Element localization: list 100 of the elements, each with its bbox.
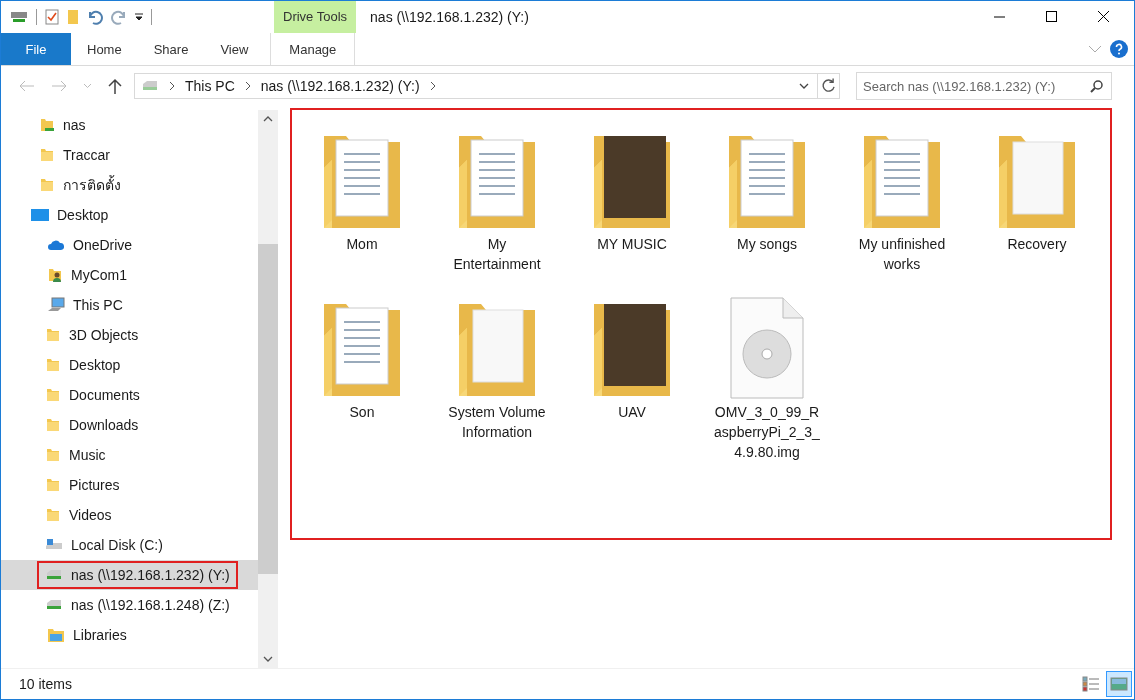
- nav-item-label: Local Disk (C:): [71, 537, 163, 553]
- help-icon[interactable]: [1110, 40, 1128, 58]
- nav-item[interactable]: Pictures: [1, 470, 258, 500]
- file-item[interactable]: My unfinished works: [840, 128, 964, 274]
- nav-item-label: Music: [69, 447, 106, 463]
- refresh-icon[interactable]: [818, 73, 840, 99]
- nav-item-label: Videos: [69, 507, 112, 523]
- nav-item-label: This PC: [73, 297, 123, 313]
- library-icon: [47, 627, 65, 643]
- chevron-down-icon[interactable]: [263, 656, 273, 662]
- search-field[interactable]: Search nas (\\192.168.1.232) (Y:): [856, 72, 1112, 100]
- network-drive-icon: [141, 80, 159, 92]
- file-item[interactable]: My songs: [705, 128, 829, 254]
- user-folder-icon: [47, 267, 63, 283]
- file-item[interactable]: OMV_3_0_99_RaspberryPi_2_3_4.9.80.img: [705, 296, 829, 462]
- file-item[interactable]: System Volume Information: [435, 296, 559, 442]
- file-item[interactable]: Mom: [300, 128, 424, 254]
- nav-item[interactable]: Traccar: [1, 140, 258, 170]
- chevron-down-icon[interactable]: [799, 83, 809, 89]
- nav-item-label: MyCom1: [71, 267, 127, 283]
- caret-icon[interactable]: [135, 13, 143, 21]
- nav-item-label: nas: [63, 117, 86, 133]
- file-name: System Volume Information: [447, 403, 547, 442]
- network-drive-icon[interactable]: [10, 10, 28, 24]
- nav-item[interactable]: Desktop: [1, 350, 258, 380]
- nav-item[interactable]: Local Disk (C:): [1, 530, 258, 560]
- details-list-icon: [1082, 676, 1100, 692]
- nav-item-label: Desktop: [57, 207, 109, 223]
- network-drive-icon: [45, 569, 63, 581]
- search-icon: [1090, 79, 1104, 93]
- nav-item[interactable]: 3D Objects: [1, 320, 258, 350]
- folder-icon: [39, 117, 55, 133]
- file-name: My songs: [736, 235, 798, 254]
- nav-item-label: Traccar: [63, 147, 110, 163]
- nav-item[interactable]: Libraries: [1, 620, 258, 650]
- large-icons-view-button[interactable]: [1106, 671, 1132, 697]
- disc-image-file-icon: [727, 296, 807, 400]
- file-name: Recovery: [1006, 235, 1068, 254]
- file-name: My unfinished works: [857, 235, 947, 274]
- chevron-up-icon[interactable]: [263, 116, 273, 122]
- address-bar[interactable]: This PC nas (\\192.168.1.232) (Y:): [134, 73, 818, 99]
- folder-icon: [45, 357, 61, 373]
- file-name: Mom: [345, 235, 379, 254]
- computer-icon: [47, 297, 65, 313]
- file-item[interactable]: My Entertainment: [435, 128, 559, 274]
- nav-item[interactable]: OneDrive: [1, 230, 258, 260]
- nav-item[interactable]: Downloads: [1, 410, 258, 440]
- file-name: OMV_3_0_99_RaspberryPi_2_3_4.9.80.img: [713, 403, 821, 462]
- nav-item-label: Libraries: [73, 627, 127, 643]
- nav-item[interactable]: MyCom1: [1, 260, 258, 290]
- chevron-right-icon[interactable]: [169, 81, 175, 91]
- breadcrumb[interactable]: nas (\\192.168.1.232) (Y:): [260, 78, 420, 94]
- folder-icon: [39, 147, 55, 163]
- properties-icon[interactable]: [45, 9, 59, 25]
- file-name: Son: [348, 403, 376, 422]
- nav-item-label: Pictures: [69, 477, 120, 493]
- nav-item[interactable]: nas (\\192.168.1.248) (Z:): [1, 590, 258, 620]
- network-drive-icon: [45, 599, 63, 611]
- file-item[interactable]: Son: [300, 296, 424, 422]
- undo-icon[interactable]: [87, 9, 103, 25]
- nav-item[interactable]: Videos: [1, 500, 258, 530]
- nav-item-label: 3D Objects: [69, 327, 139, 343]
- nav-item-label: Downloads: [69, 417, 139, 433]
- nav-item-label: การติดตั้ง: [63, 174, 121, 195]
- drive-icon: [45, 538, 63, 552]
- cloud-icon: [47, 239, 65, 251]
- folder-icon: [45, 327, 61, 343]
- nav-item[interactable]: การติดตั้ง: [1, 170, 258, 200]
- nav-item-label: OneDrive: [73, 237, 133, 253]
- nav-item[interactable]: nas: [1, 110, 258, 140]
- ribbon-tab[interactable]: Manage: [270, 33, 356, 65]
- monitor-icon: [31, 208, 49, 222]
- folder-icon: [45, 387, 61, 403]
- folder-icon: [45, 477, 61, 493]
- nav-item[interactable]: Documents: [1, 380, 258, 410]
- folder-icon: [39, 177, 55, 193]
- nav-item-label: nas (\\192.168.1.232) (Y:): [71, 567, 230, 583]
- window-title: nas (\\192.168.1.232) (Y:): [369, 9, 529, 25]
- redo-icon[interactable]: [111, 9, 127, 25]
- file-item[interactable]: UAV: [570, 296, 694, 422]
- chevron-right-icon[interactable]: [244, 81, 251, 91]
- up-arrow-icon[interactable]: [108, 78, 122, 94]
- item-count: 10 items: [19, 676, 72, 692]
- ribbon-tab[interactable]: File: [1, 33, 71, 65]
- file-item[interactable]: MY MUSIC: [570, 128, 694, 254]
- nav-item[interactable]: Desktop: [1, 200, 258, 230]
- file-name: UAV: [617, 403, 647, 422]
- picture-icon: [1110, 677, 1128, 691]
- file-item[interactable]: Recovery: [975, 128, 1099, 254]
- nav-item[interactable]: This PC: [1, 290, 258, 320]
- nav-item[interactable]: nas (\\192.168.1.232) (Y:): [1, 560, 258, 590]
- file-name: MY MUSIC: [596, 235, 668, 254]
- breadcrumb[interactable]: This PC: [185, 78, 235, 94]
- nav-item-label: Desktop: [69, 357, 121, 373]
- scrollbar[interactable]: [258, 110, 278, 668]
- folder-icon: [45, 507, 61, 523]
- file-name: My Entertainment: [452, 235, 542, 274]
- chevron-right-icon[interactable]: [429, 81, 436, 91]
- nav-item-label: Documents: [69, 387, 140, 403]
- nav-item[interactable]: Music: [1, 440, 258, 470]
